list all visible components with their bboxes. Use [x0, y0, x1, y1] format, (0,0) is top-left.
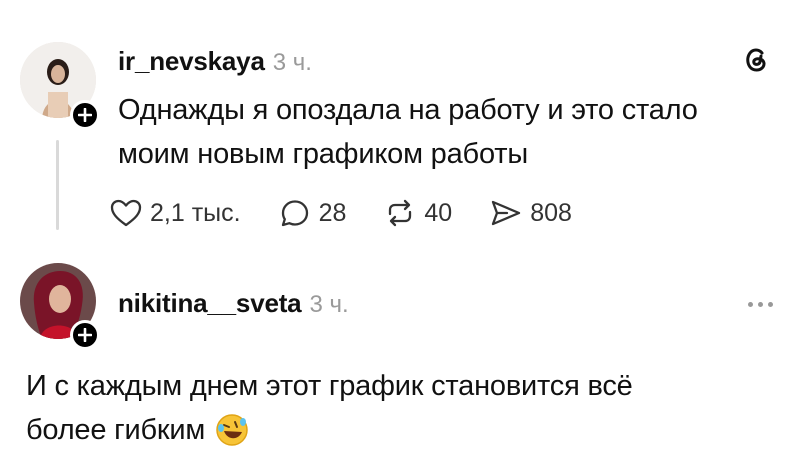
- send-icon: [492, 200, 521, 226]
- reply-text-line2: более гибким: [26, 408, 633, 452]
- comment-count: 28: [318, 198, 347, 227]
- comment-icon: [281, 200, 308, 227]
- reply-time: 3 ч.: [309, 291, 349, 318]
- thread-line: [56, 140, 59, 230]
- plus-icon: [78, 108, 92, 122]
- follow-button[interactable]: [70, 320, 100, 350]
- threads-logo-icon[interactable]: [742, 44, 770, 82]
- post-text-line: Однажды я опоздала на работу и это стало: [118, 94, 698, 126]
- more-dots-icon[interactable]: [748, 302, 773, 307]
- reply-username[interactable]: nikitina__sveta: [118, 288, 302, 319]
- post-time: 3 ч.: [272, 49, 312, 76]
- post-text: Однажды я опоздала на работу и это стало…: [118, 88, 698, 176]
- like-button[interactable]: 2,1 тыс.: [110, 198, 241, 228]
- heart-icon: [110, 199, 142, 227]
- repost-count: 40: [424, 198, 453, 227]
- post-text-line: моим новым графиком работы: [118, 138, 528, 170]
- plus-icon: [78, 328, 92, 342]
- comment-button[interactable]: 28: [279, 198, 347, 228]
- like-count: 2,1 тыс.: [150, 198, 241, 227]
- reply-text-line: И с каждым днем этот график становится в…: [26, 370, 633, 402]
- repost-icon: [389, 199, 412, 227]
- post-username[interactable]: ir_nevskaya: [118, 46, 265, 77]
- share-button[interactable]: 808: [490, 198, 572, 228]
- laughing-emoji-icon: [215, 413, 249, 447]
- reply-text: И с каждым днем этот график становится в…: [26, 364, 633, 452]
- post-actions: 2,1 тыс. 28 40 808: [110, 198, 572, 228]
- reply-text-line: более гибким: [26, 414, 206, 446]
- repost-button[interactable]: 40: [384, 198, 452, 228]
- reply-header: nikitina__sveta 3 ч.: [118, 288, 349, 319]
- follow-button[interactable]: [70, 100, 100, 130]
- post-header: ir_nevskaya 3 ч.: [118, 46, 312, 77]
- share-count: 808: [530, 198, 572, 227]
